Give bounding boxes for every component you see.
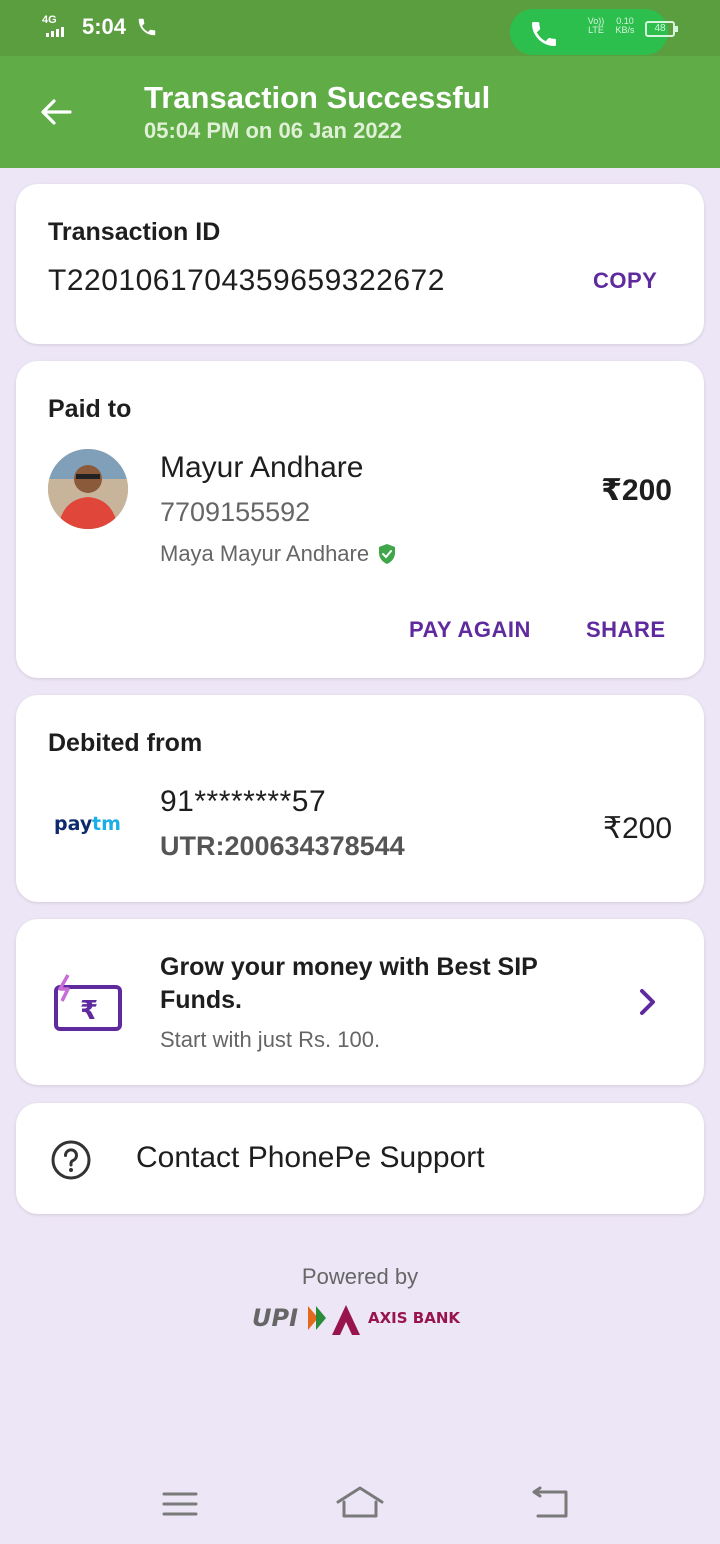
battery-icon: 48: [645, 21, 678, 37]
volte-indicator: Vo)) LTE: [587, 16, 605, 35]
debit-account-number: 91********57: [160, 785, 327, 818]
arrow-back-icon: [41, 99, 72, 125]
menu-nav-button[interactable]: [150, 1480, 210, 1530]
promo-title: Grow your money with Best SIP Funds.: [160, 953, 538, 1014]
phone-call-icon: [138, 18, 156, 36]
payee-bank-name: Maya Mayur Andhare: [160, 541, 397, 567]
paid-amount: ₹200: [601, 474, 672, 507]
transaction-id-value: T2201061704359659322672: [48, 264, 445, 297]
copy-button[interactable]: COPY: [593, 268, 657, 294]
menu-icon: [162, 1492, 198, 1516]
paid-to-label: Paid to: [48, 395, 132, 423]
verified-shield-icon: [379, 544, 396, 564]
svg-text:₹: ₹: [80, 996, 98, 1026]
status-time: 5:04: [82, 14, 127, 39]
transaction-datetime: 05:04 PM on 06 Jan 2022: [144, 118, 403, 143]
utr-number: UTR:200634378544: [160, 831, 405, 861]
rupee-wallet-icon: ₹: [54, 974, 122, 1031]
transaction-id-label: Transaction ID: [48, 218, 221, 246]
payee-name: Mayur Andhare: [160, 451, 364, 484]
svg-text:AXIS BANK: AXIS BANK: [368, 1309, 461, 1327]
pay-again-button[interactable]: PAY AGAIN: [409, 617, 531, 643]
transaction-id-card: Transaction ID T2201061704359659322672 C…: [16, 184, 704, 344]
powered-by-text: Powered by: [301, 1264, 419, 1289]
promo-subtitle: Start with just Rs. 100.: [160, 1027, 381, 1052]
svg-text:tm: tm: [92, 813, 121, 835]
avatar-photo: [48, 449, 128, 529]
contact-support-card[interactable]: Contact PhonePe Support: [16, 1103, 704, 1214]
home-nav-button[interactable]: [330, 1480, 390, 1530]
debited-from-label: Debited from: [48, 729, 203, 757]
page-title: Transaction Successful: [144, 80, 491, 115]
battery-level: 48: [654, 23, 666, 34]
phone-icon: [532, 22, 556, 46]
payee-phone: 7709155592: [160, 497, 311, 527]
app-header: Transaction Successful 05:04 PM on 06 Ja…: [0, 56, 720, 168]
ongoing-call-pill[interactable]: Vo)) LTE 0.10 KB/s 48: [510, 9, 678, 55]
chevron-right-icon: [640, 989, 655, 1015]
payee-bank-name-text: Maya Mayur Andhare: [160, 541, 370, 566]
contact-support-label: Contact PhonePe Support: [136, 1141, 485, 1174]
status-bar: 4G 5:04 Vo)) LTE 0.10 KB/s 48: [0, 0, 720, 56]
debited-from-card: Debited from pay tm 91********57 UTR:200…: [16, 695, 704, 902]
network-speed: 0.10 KB/s: [615, 16, 635, 35]
share-button[interactable]: SHARE: [586, 617, 666, 643]
paid-to-card: Paid to Mayur Andhare 7709155592 Maya Ma…: [16, 361, 704, 678]
svg-text:pay: pay: [54, 813, 93, 835]
return-icon: [532, 1486, 568, 1518]
sip-promo-card[interactable]: ₹ Grow your money with Best SIP Funds. S…: [16, 919, 704, 1085]
help-question-icon: [51, 1140, 91, 1180]
paytm-logo: pay tm: [54, 813, 121, 835]
upi-axis-bank-logos: UPI AXIS BANK: [252, 1304, 461, 1335]
debited-amount: ₹200: [602, 812, 672, 845]
status-left: 4G 5:04: [42, 14, 158, 40]
system-nav-bar: [0, 1460, 720, 1544]
back-nav-button[interactable]: [520, 1480, 580, 1530]
svg-text:UPI: UPI: [252, 1304, 298, 1332]
avatar: [48, 449, 128, 529]
network-type: 4G: [42, 14, 57, 26]
home-icon: [336, 1486, 384, 1518]
network-signal-icon: 4G: [42, 15, 72, 39]
back-button[interactable]: [36, 92, 76, 132]
